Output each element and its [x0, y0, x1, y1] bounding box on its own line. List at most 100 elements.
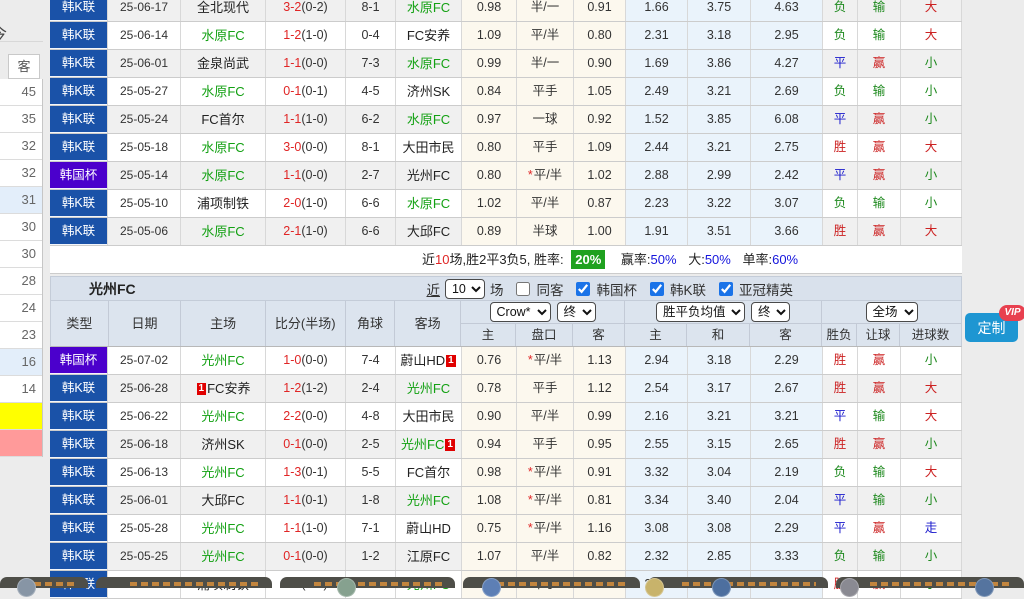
acl-elite-checkbox[interactable] — [719, 282, 733, 296]
taskbar-window-button[interactable] — [836, 577, 1024, 588]
scope-select[interactable]: 全场 — [866, 302, 918, 322]
team-name[interactable]: 水原FC — [201, 28, 244, 43]
handicap-result-cell: 赢 — [858, 515, 901, 542]
result-cell: 负 — [823, 459, 858, 486]
sidebar-row: 30 — [0, 241, 42, 268]
halftime-score: (0-0) — [301, 140, 327, 154]
league-cell: 韩K联 — [50, 134, 108, 161]
team-name[interactable]: 蔚山HD — [400, 353, 445, 368]
corners-cell: 1-8 — [346, 487, 396, 514]
gwangju-section-header: 光州FC 近 10 场 同客 韩国杯 韩K联 亚冠精英 — [50, 276, 962, 300]
team-name[interactable]: 光州FC — [407, 168, 450, 183]
red-card-badge: 1 — [445, 439, 455, 451]
away-odds-cell: 1.16 — [574, 515, 626, 542]
handicap-result-cell: 赢 — [858, 162, 901, 189]
same-venue-checkbox[interactable] — [516, 282, 530, 296]
score-cell: 3-0(0-0) — [266, 134, 346, 161]
team-name[interactable]: 水原FC — [407, 0, 450, 15]
sub-col-4: 和 — [687, 324, 750, 346]
korean-cup-checkbox[interactable] — [576, 282, 590, 296]
odds-source-select[interactable]: Crow* — [490, 302, 551, 322]
col-away: 客场 — [395, 301, 461, 346]
halftime-score: (1-2) — [301, 381, 327, 395]
avg-odds-select[interactable]: 胜平负均值 — [656, 302, 745, 322]
avg-draw-cell: 3.40 — [688, 487, 751, 514]
team-name[interactable]: 光州FC — [201, 409, 244, 424]
team-name[interactable]: 水原FC — [407, 56, 450, 71]
sub-col-7: 让球 — [857, 324, 900, 346]
near-label[interactable]: 近 — [426, 279, 440, 299]
team-name[interactable]: 大田市民 — [402, 140, 454, 155]
goals-result-cell: 小 — [901, 431, 962, 458]
league-cell: 韩国杯 — [50, 347, 108, 374]
team-name[interactable]: 浦项制铁 — [197, 196, 249, 211]
avg-time-select[interactable]: 终 — [751, 302, 790, 322]
fulltime-score: 1-1 — [283, 168, 301, 182]
team-name[interactable]: 济州SK — [407, 84, 450, 99]
taskbar-window-button[interactable] — [280, 577, 455, 588]
team-name[interactable]: 水原FC — [407, 196, 450, 211]
team-cell: 大田市民 — [396, 403, 462, 430]
team-name[interactable]: 光州FC — [407, 381, 450, 396]
avg-draw-cell: 3.15 — [688, 431, 751, 458]
team-name[interactable]: 水原FC — [201, 224, 244, 239]
clipped-nav-text: 今 — [0, 20, 9, 42]
team-name[interactable]: 水原FC — [201, 168, 244, 183]
team-name[interactable]: 光州FC — [201, 549, 244, 564]
score-cell: 2-0(1-0) — [266, 190, 346, 217]
handicap-cell: 平手 — [517, 375, 574, 402]
team-cell: FC首尔 — [181, 106, 266, 133]
away-odds-cell: 0.99 — [574, 403, 626, 430]
taskbar-window-button[interactable] — [648, 577, 828, 588]
k-league-checkbox[interactable] — [650, 282, 664, 296]
score-cell: 1-1(0-1) — [266, 487, 346, 514]
corners-cell: 5-5 — [346, 459, 396, 486]
team-name[interactable]: 济州SK — [201, 437, 244, 452]
team-name[interactable]: 光州FC — [201, 353, 244, 368]
team-name[interactable]: 金泉尚武 — [197, 56, 249, 71]
avg-draw-cell: 3.75 — [688, 0, 751, 21]
sub-col-0: 主 — [461, 324, 516, 346]
sub-col-5: 客 — [750, 324, 822, 346]
odds-time-select[interactable]: 终 — [557, 302, 596, 322]
date-cell: 25-06-01 — [108, 487, 181, 514]
record-summary-row: 近10场,胜2平3负5, 胜率: 20% 赢率:50% 大:50% 单率:60% — [50, 246, 962, 274]
result-cell: 负 — [823, 78, 858, 105]
league-cell: 韩K联 — [50, 459, 108, 486]
score-cell: 1-3(0-1) — [266, 459, 346, 486]
team-name[interactable]: 大田市民 — [402, 409, 454, 424]
match-count-select[interactable]: 10 — [445, 279, 485, 299]
team-name[interactable]: FC安养 — [407, 28, 450, 43]
team-name[interactable]: 水原FC — [407, 112, 450, 127]
team-name[interactable]: 蔚山HD — [406, 521, 451, 536]
avg-home-cell: 2.23 — [626, 190, 688, 217]
date-cell: 25-06-14 — [108, 22, 181, 49]
team-name[interactable]: 光州FC — [201, 521, 244, 536]
team-name[interactable]: 光州FC — [201, 465, 244, 480]
team-name[interactable]: 光州FC — [407, 493, 450, 508]
team-name[interactable]: 大邱FC — [201, 493, 244, 508]
away-tab[interactable]: 客 — [8, 54, 40, 79]
taskbar-window-button[interactable] — [96, 577, 272, 588]
team-name[interactable]: FC首尔 — [201, 112, 244, 127]
team-name[interactable]: 水原FC — [201, 84, 244, 99]
avg-draw-cell: 3.17 — [688, 375, 751, 402]
team-name[interactable]: FC首尔 — [407, 465, 450, 480]
date-cell: 25-05-27 — [108, 78, 181, 105]
league-cell: 韩K联 — [50, 487, 108, 514]
team-name[interactable]: 大邱FC — [407, 224, 450, 239]
taskbar-window-button[interactable] — [0, 577, 88, 588]
team-name[interactable]: 光州FC — [401, 437, 444, 452]
team-name[interactable]: FC安养 — [207, 381, 250, 396]
date-cell: 25-05-25 — [108, 543, 181, 570]
date-cell: 25-05-24 — [108, 106, 181, 133]
halftime-score: (1-0) — [301, 196, 327, 210]
team-name[interactable]: 江原FC — [407, 549, 450, 564]
goals-result-cell: 小 — [901, 106, 962, 133]
team-name[interactable]: 全北现代 — [197, 0, 249, 15]
sidebar-row: 31 — [0, 187, 42, 214]
col-type: 类型 — [51, 301, 109, 346]
halftime-score: (1-0) — [301, 224, 327, 238]
team-name[interactable]: 水原FC — [201, 140, 244, 155]
handicap-cell: 半/一 — [517, 0, 574, 21]
